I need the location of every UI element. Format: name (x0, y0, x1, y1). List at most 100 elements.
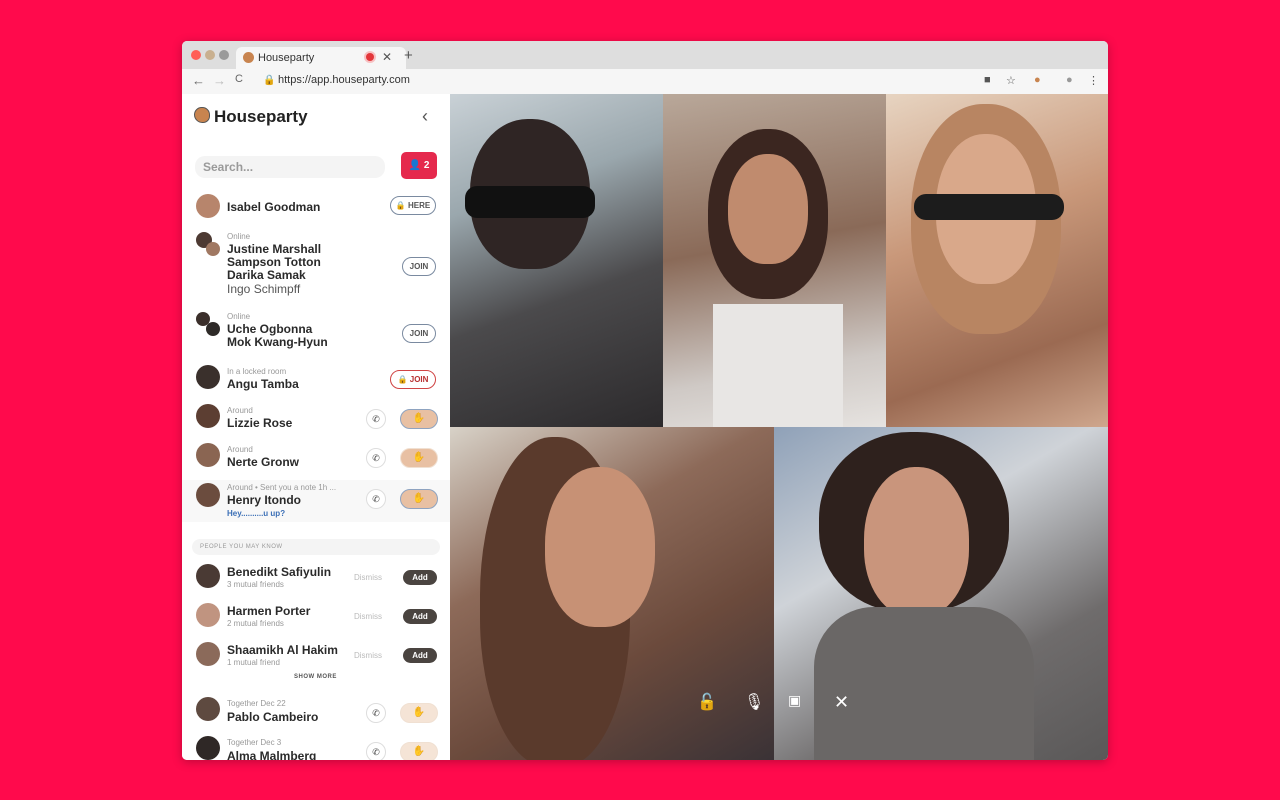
avatar (196, 642, 220, 666)
show-more-button[interactable]: SHOW MORE (294, 674, 337, 680)
url-text: https://app.houseparty.com (278, 74, 410, 86)
video-tile (886, 94, 1108, 427)
forward-button[interactable]: → (213, 73, 226, 88)
suggestion-name: Harmen Porter (227, 604, 311, 618)
reload-button[interactable]: C (235, 73, 243, 85)
friend-name: Nerte Gronw (227, 455, 300, 469)
avatar (196, 603, 220, 627)
suggestion-name: Benedikt Safiyulin (227, 565, 332, 579)
status-text: Around (227, 406, 253, 415)
friend-row[interactable]: Around • Sent you a note 1h ... Henry It… (182, 480, 450, 522)
houseparty-logo-icon (194, 107, 210, 123)
wave-button[interactable]: ✋ (400, 703, 438, 723)
sweater-shape (814, 607, 1034, 760)
menu-icon[interactable]: ⋮ (1088, 74, 1099, 87)
friend-name: Angu Tamba (227, 377, 299, 391)
add-button[interactable]: Add (403, 570, 437, 585)
minimize-window-button[interactable] (205, 50, 215, 60)
friend-name: Alma Malmberg (227, 749, 317, 761)
bookmark-star-icon[interactable]: ☆ (1006, 74, 1016, 87)
join-locked-button[interactable]: 🔒 JOIN (390, 370, 436, 389)
collapse-sidebar-button[interactable]: ‹ (422, 106, 428, 127)
friend-requests-button[interactable]: 👤 2 (401, 152, 437, 179)
back-button[interactable]: ← (192, 73, 205, 88)
avatar (196, 194, 220, 218)
avatar (206, 242, 220, 256)
extension-icon[interactable]: ● (1034, 74, 1041, 86)
phone-icon[interactable]: ✆ (366, 703, 386, 723)
tab-title: Houseparty (258, 52, 315, 64)
join-button[interactable]: JOIN (402, 257, 436, 276)
note-preview[interactable]: Hey..........u up? (227, 509, 285, 518)
friend-name: Lizzie Rose (227, 416, 293, 430)
status-text: Together Dec 3 (227, 738, 282, 747)
sunglasses-shape (465, 186, 595, 218)
mutual-friends-text: 3 mutual friends (227, 580, 284, 589)
dismiss-button[interactable]: Dismiss (354, 651, 382, 660)
person-icon: 👤 (408, 160, 422, 171)
recording-indicator-icon (366, 53, 374, 61)
video-tile (663, 94, 886, 427)
video-tile (450, 94, 663, 427)
participant-face (864, 467, 969, 617)
friend-name: Ingo Schimpff (227, 282, 301, 296)
wave-button[interactable]: ✋ (400, 409, 438, 429)
friend-requests-count: 2 (423, 160, 430, 171)
status-text: Around (227, 445, 253, 454)
status-text: Online (227, 232, 251, 241)
avatar (196, 736, 220, 760)
address-bar-row: ← → C 🔒 https://app.houseparty.com ■ ☆ ●… (182, 69, 1108, 95)
tab-close-button[interactable]: ✕ (382, 50, 392, 64)
browser-tab[interactable]: Houseparty ✕ (236, 47, 406, 69)
add-button[interactable]: Add (403, 609, 437, 624)
status-text: Together Dec 22 (227, 699, 286, 708)
sunglasses-shape (914, 194, 1064, 220)
avatar (196, 443, 220, 467)
avatar (196, 564, 220, 588)
participant-face (728, 154, 808, 264)
lock-icon: 🔒 (263, 75, 276, 86)
friend-name: Pablo Cambeiro (227, 710, 319, 724)
suggestion-name: Shaamikh Al Hakim (227, 643, 338, 657)
search-input[interactable] (195, 156, 385, 178)
here-button[interactable]: 🔒 HERE (390, 196, 436, 215)
houseparty-favicon-icon (243, 52, 254, 63)
friend-name: Darika Samak (227, 268, 306, 282)
close-window-button[interactable] (191, 50, 201, 60)
avatar (196, 697, 220, 721)
brand-name: Houseparty (214, 107, 308, 126)
wave-button[interactable]: ✋ (400, 489, 438, 509)
friend-name: Henry Itondo (227, 493, 301, 507)
friend-name: Mok Kwang-Hyun (227, 335, 328, 349)
mutual-friends-text: 1 mutual friend (227, 658, 280, 667)
join-button[interactable]: JOIN (402, 324, 436, 343)
new-tab-button[interactable]: + (404, 47, 413, 64)
url-field[interactable]: 🔒 https://app.houseparty.com (260, 72, 980, 91)
browser-window: Houseparty ✕ + ← → C 🔒 https://app.house… (182, 41, 1108, 760)
dismiss-button[interactable]: Dismiss (354, 612, 382, 621)
camera-toggle-icon[interactable]: ▣ (788, 692, 801, 709)
video-tile (450, 427, 774, 760)
dismiss-button[interactable]: Dismiss (354, 573, 382, 582)
profile-avatar[interactable]: ● (1066, 74, 1073, 86)
tab-strip: Houseparty ✕ + (182, 41, 1108, 69)
phone-icon[interactable]: ✆ (366, 448, 386, 468)
friend-name: Isabel Goodman (227, 200, 321, 214)
avatar (206, 322, 220, 336)
add-button[interactable]: Add (403, 648, 437, 663)
phone-icon[interactable]: ✆ (366, 742, 386, 760)
sidebar: Houseparty ‹ 👤 2 Isabel Goodman 🔒 HERE O… (182, 94, 451, 760)
mutual-friends-text: 2 mutual friends (227, 619, 284, 628)
section-header: PEOPLE YOU MAY KNOW (192, 539, 440, 555)
zoom-window-button[interactable] (219, 50, 229, 60)
phone-icon[interactable]: ✆ (366, 409, 386, 429)
close-icon[interactable]: ✕ (834, 692, 849, 713)
unlock-icon[interactable]: 🔓 (697, 692, 717, 712)
camera-icon[interactable]: ■ (984, 74, 991, 86)
status-text: In a locked room (227, 367, 287, 376)
phone-icon[interactable]: ✆ (366, 489, 386, 509)
wave-button[interactable]: ✋ (400, 742, 438, 760)
wave-button[interactable]: ✋ (400, 448, 438, 468)
microphone-icon[interactable]: 🎙 (744, 692, 764, 712)
avatar (196, 483, 220, 507)
